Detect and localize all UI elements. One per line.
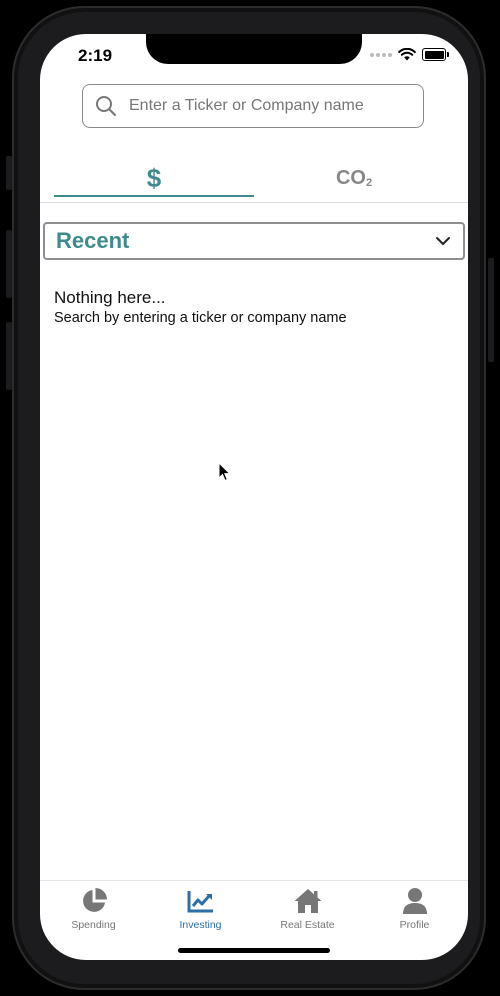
pie-chart-icon	[82, 888, 107, 912]
mute-switch	[6, 156, 12, 190]
volume-down-button	[6, 322, 12, 390]
app-screen: 2:19 $ CO2 Recent Nothing here... S	[40, 34, 468, 960]
empty-state-title: Nothing here...	[54, 288, 166, 307]
active-tab-indicator	[54, 195, 254, 197]
tab-co2-label: CO	[335, 167, 366, 189]
mouse-cursor-icon	[218, 462, 232, 482]
nav-spending[interactable]: Spending	[40, 887, 147, 931]
chevron-down-icon	[436, 237, 450, 245]
status-time: 2:19	[78, 46, 113, 65]
home-indicator	[178, 948, 330, 953]
nav-real-estate[interactable]: Real Estate	[254, 887, 361, 931]
power-button	[488, 258, 494, 362]
tabs-divider	[40, 202, 468, 203]
tab-dollar-label: $	[146, 163, 162, 193]
wifi-icon	[398, 48, 416, 61]
currency-tabs: $ CO2	[54, 158, 454, 202]
tab-co2-subscript: 2	[365, 177, 373, 189]
signal-icon	[370, 52, 392, 57]
dropdown-selected-value: Recent	[56, 228, 130, 253]
home-icon	[294, 889, 321, 913]
nav-investing[interactable]: Investing	[147, 887, 254, 931]
notch	[146, 34, 362, 64]
nav-investing-label: Investing	[179, 919, 222, 931]
nav-profile-label: Profile	[399, 919, 430, 931]
status-icons	[370, 48, 449, 61]
battery-icon	[422, 48, 449, 61]
volume-up-button	[6, 230, 12, 298]
sort-dropdown[interactable]: Recent	[43, 222, 465, 260]
nav-spending-label: Spending	[71, 919, 116, 931]
nav-real-estate-label: Real Estate	[280, 919, 335, 931]
search-icon	[96, 96, 116, 116]
nav-profile[interactable]: Profile	[361, 887, 468, 931]
line-chart-icon	[187, 891, 213, 913]
empty-state-subtitle: Search by entering a ticker or company n…	[54, 310, 347, 326]
search-box[interactable]	[82, 84, 424, 128]
search-input[interactable]	[127, 96, 411, 116]
tab-dollar[interactable]: $	[54, 158, 254, 198]
tab-co2[interactable]: CO2	[254, 158, 454, 198]
user-icon	[402, 888, 427, 914]
